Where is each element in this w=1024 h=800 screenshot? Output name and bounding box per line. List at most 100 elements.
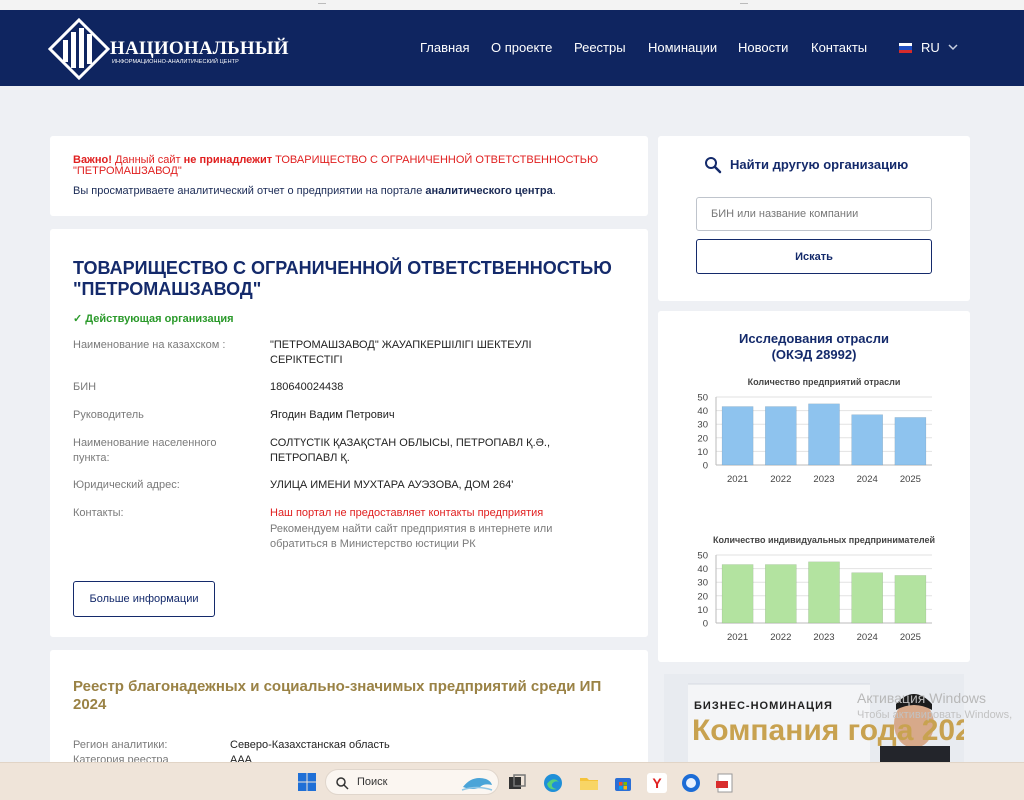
nav-news[interactable]: Новости <box>738 40 788 55</box>
field-label-bin: БИН <box>73 381 97 393</box>
notice-portal-end: . <box>552 185 556 197</box>
ownership-notice: Важно! Данный сайт не принадлежит ТОВАРИ… <box>50 136 648 216</box>
y-tick-label: 40 <box>697 406 708 417</box>
taskbar-search[interactable]: Поиск <box>325 769 499 795</box>
registry-value-region: Северо-Казахстанская область <box>230 739 390 751</box>
site-logo[interactable]: НАЦИОНАЛЬНЫЙ ИНФОРМАЦИОННО-АНАЛИТИЧЕСКИЙ… <box>48 18 288 80</box>
field-value-bin: 180640024438 <box>270 381 344 393</box>
notice-portal-info: Вы просматриваете аналитический отчет о … <box>73 185 556 197</box>
windows-taskbar: Поиск Y <box>0 762 1024 800</box>
taskbar-search-label: Поиск <box>357 776 388 788</box>
search-button[interactable]: Искать <box>696 239 932 274</box>
nav-contacts[interactable]: Контакты <box>811 40 867 55</box>
bar-2025 <box>894 575 927 624</box>
task-view-icon[interactable] <box>506 772 528 794</box>
tab-divider <box>740 0 748 4</box>
field-value-address: УЛИЦА ИМЕНИ МУХТАРА АУЭЗОВА, ДОМ 264' <box>270 479 514 491</box>
bar-2024 <box>851 414 884 466</box>
registry-title: Реестр благонадежных и социально-значимы… <box>73 678 602 713</box>
x-tick-label: 2023 <box>813 474 834 485</box>
bar-2021 <box>721 564 754 624</box>
search-icon <box>705 157 722 174</box>
bar-2025 <box>894 417 927 466</box>
industry-card: Исследования отрасли (ОКЭД 28992) Количе… <box>658 311 970 662</box>
y-tick-label: 50 <box>697 551 708 562</box>
nav-home[interactable]: Главная <box>420 40 469 55</box>
entrepreneurs-chart: Количество индивидуальных предпринимател… <box>697 535 935 643</box>
x-tick-label: 2021 <box>727 474 748 485</box>
industry-subtitle: (ОКЭД 28992) <box>771 347 857 362</box>
x-tick-label: 2022 <box>770 632 791 643</box>
nav-nominations[interactable]: Номинации <box>648 40 717 55</box>
enterprises-chart: Количество предприятий отрасли 0 10 20 30 40 5… <box>697 377 932 485</box>
field-contacts-note: Рекомендуем найти сайт предприятия в инт… <box>270 523 553 550</box>
status-badge: ✓ Действующая организация <box>73 313 234 325</box>
russia-flag-icon <box>899 43 912 53</box>
bar-2023 <box>808 561 840 624</box>
bar-2023 <box>808 403 840 466</box>
bar-2022 <box>764 564 797 624</box>
notice-warning: Важно! Данный сайт не принадлежит ТОВАРИ… <box>73 155 633 177</box>
edge-browser-icon[interactable] <box>542 772 564 794</box>
bar-2024 <box>851 572 884 624</box>
logo-title: НАЦИОНАЛЬНЫЙ <box>110 38 289 59</box>
y-tick-label: 0 <box>703 619 708 630</box>
company-title: ТОВАРИЩЕСТВО С ОГРАНИЧЕННОЙ ОТВЕТСТВЕННО… <box>73 258 612 299</box>
nav-about[interactable]: О проекте <box>491 40 552 55</box>
store-icon[interactable] <box>612 772 634 794</box>
field-value-contacts: Наш портал не предоставляет контакты пре… <box>270 507 544 519</box>
thunderbird-icon[interactable] <box>680 772 702 794</box>
y-tick-label: 10 <box>697 447 708 458</box>
chevron-down-icon <box>948 44 958 51</box>
y-tick-label: 10 <box>697 605 708 616</box>
field-value-locality: СОЛТҮСТІК ҚАЗАҚСТАН ОБЛЫСЫ, ПЕТРОПАВЛ Қ.… <box>270 437 551 464</box>
file-explorer-icon[interactable] <box>578 772 600 794</box>
x-tick-label: 2022 <box>770 474 791 485</box>
x-tick-label: 2025 <box>900 474 921 485</box>
dolphin-icon <box>461 778 493 791</box>
notice-not-owned: не принадлежит <box>183 154 273 166</box>
field-value-director: Ягодин Вадим Петрович <box>270 409 395 421</box>
logo-mark-icon <box>48 18 110 80</box>
nav-registries[interactable]: Реестры <box>574 40 626 55</box>
industry-title: Исследования отрасли <box>738 331 890 346</box>
language-label: RU <box>921 40 940 55</box>
banner-tag: БИЗНЕС-НОМИНАЦИЯ <box>694 700 833 712</box>
windows-activation-title: Активация Windows <box>857 690 987 706</box>
search-title: Найти другую организацию <box>730 157 909 172</box>
field-label-address: Юридический адрес: <box>73 479 180 491</box>
search-icon <box>336 777 349 790</box>
search-input[interactable] <box>696 197 932 231</box>
y-tick-label: 40 <box>697 564 708 575</box>
windows-start-icon[interactable] <box>297 772 317 792</box>
notice-portal-bold: аналитического центра <box>425 185 553 197</box>
bar-2022 <box>764 406 797 466</box>
x-tick-label: 2024 <box>857 474 878 485</box>
field-label-locality: Наименование населенного пункта: <box>73 437 217 464</box>
field-label-contacts: Контакты: <box>73 507 124 519</box>
bar-2021 <box>721 406 754 466</box>
y-tick-label: 50 <box>697 393 708 404</box>
y-tick-label: 30 <box>697 420 708 431</box>
pdf-reader-icon[interactable] <box>714 772 736 794</box>
field-label-kazakh-name: Наименование на казахском : <box>73 339 226 351</box>
y-tick-label: 20 <box>697 591 708 602</box>
y-tick-label: 30 <box>697 578 708 589</box>
x-tick-label: 2023 <box>813 632 834 643</box>
notice-portal-text: Вы просматриваете аналитический отчет о … <box>73 185 426 197</box>
y-tick-label: 20 <box>697 433 708 444</box>
search-card: Найти другую организацию Искать <box>658 136 970 301</box>
y-tick-label: 0 <box>703 461 708 472</box>
yandex-browser-icon[interactable]: Y <box>646 772 668 794</box>
windows-activation-text: Чтобы активировать Windows, <box>857 709 1013 721</box>
more-info-button[interactable]: Больше информации <box>73 581 215 617</box>
browser-top-strip <box>0 0 1024 10</box>
entrepreneurs-chart-title: Количество индивидуальных предпринимател… <box>713 535 935 545</box>
x-tick-label: 2021 <box>727 632 748 643</box>
site-header: НАЦИОНАЛЬНЫЙ ИНФОРМАЦИОННО-АНАЛИТИЧЕСКИЙ… <box>0 10 1024 86</box>
tab-divider <box>318 0 326 4</box>
x-tick-label: 2025 <box>900 632 921 643</box>
field-label-director: Руководитель <box>73 409 144 421</box>
company-card: ТОВАРИЩЕСТВО С ОГРАНИЧЕННОЙ ОТВЕТСТВЕННО… <box>50 229 648 637</box>
registry-card: Реестр благонадежных и социально-значимы… <box>50 650 648 780</box>
